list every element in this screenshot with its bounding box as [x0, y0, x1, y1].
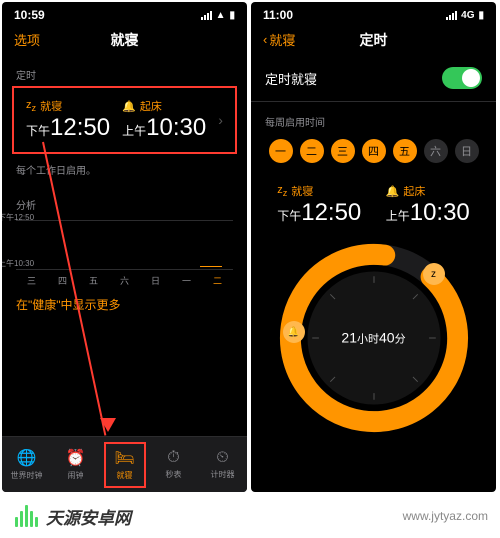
day-picker: 一 二 三 四 五 六 日: [251, 133, 496, 177]
watermark-url: www.jytyaz.com: [403, 509, 488, 523]
chevron-left-icon: ‹: [263, 32, 267, 47]
bedtime-meridiem: 下午: [26, 122, 50, 139]
schedule-toggle-row: 定时就寝: [251, 55, 496, 102]
status-time: 11:00: [263, 8, 293, 22]
nav-title: 定时: [360, 30, 388, 50]
mins-label: 分: [395, 334, 406, 346]
wake-block: 🔔起床 上午10:30: [386, 183, 470, 227]
day-sat[interactable]: 六: [424, 139, 448, 163]
day-fri[interactable]: 五: [393, 139, 417, 163]
sleep-dial[interactable]: z 🔔 21小时40分: [251, 237, 496, 439]
wake-label: 起床: [403, 183, 425, 199]
day-label: 日: [151, 274, 160, 287]
chart-day-labels: 三 四 五 六 日 一 二: [16, 270, 233, 287]
health-link[interactable]: 在"健康"中显示更多: [2, 286, 247, 323]
status-bar: 10:59 ▲ ▮: [2, 2, 247, 24]
globe-icon: 🌐: [17, 448, 37, 468]
chart-bar: [200, 266, 222, 267]
schedule-toggle[interactable]: [442, 67, 482, 89]
schedule-note: 每个工作日启用。: [2, 154, 247, 185]
wifi-icon: ▲: [216, 10, 226, 21]
analysis-chart: 下午12:50 上午10:30 三 四 五 六 日 一 二: [2, 216, 247, 286]
day-label-today: 二: [213, 274, 222, 287]
tab-bar: 🌐世界时钟 ⏰闹钟 🛏就寝 ⏱秒表 ⏲计时器: [2, 436, 247, 492]
signal-icon: [201, 11, 212, 20]
bedtime-time: 12:50: [50, 114, 110, 142]
duration-mins: 40: [379, 330, 395, 346]
duration-display: 21小时40分: [341, 330, 405, 347]
tab-label: 秒表: [166, 469, 182, 480]
phone-screen-left: 10:59 ▲ ▮ 选项 就寝 定时 zz就寝 下午12:50 🔔起床 上午10…: [2, 2, 247, 492]
nav-bar: 选项 就寝: [2, 24, 247, 55]
chevron-right-icon: ›: [218, 112, 223, 128]
nav-back-button[interactable]: 选项: [14, 30, 40, 49]
annotation-highlight: [104, 442, 146, 488]
bedtime-meridiem: 下午: [277, 207, 301, 224]
section-header-analysis: 分析: [2, 185, 247, 216]
hours-label: 小时: [357, 334, 379, 346]
duration-hours: 21: [341, 330, 357, 346]
annotation-arrow-head: [100, 418, 116, 432]
battery-icon: ▮: [478, 10, 484, 21]
bell-icon: 🔔: [386, 185, 400, 198]
tab-label: 闹钟: [68, 470, 84, 481]
tab-world-clock[interactable]: 🌐 世界时钟: [2, 437, 51, 492]
day-label: 一: [182, 274, 191, 287]
nav-title: 就寝: [111, 30, 139, 50]
bedtime-wake-row[interactable]: zz 就寝 下午12:50 🔔 起床 上午10:30 ›: [12, 86, 237, 154]
wake-time: 10:30: [410, 199, 470, 227]
bedtime-label: 就寝: [291, 183, 313, 199]
wake-handle[interactable]: 🔔: [283, 321, 305, 343]
tab-alarm[interactable]: ⏰ 闹钟: [51, 437, 100, 492]
wake-meridiem: 上午: [122, 122, 146, 139]
bedtime-block: zz 就寝 下午12:50: [277, 183, 361, 227]
day-sun[interactable]: 日: [455, 139, 479, 163]
battery-icon: ▮: [229, 10, 235, 21]
wake-meridiem: 上午: [386, 207, 410, 224]
bedtime-label: 就寝: [40, 98, 62, 114]
phone-screen-right: 11:00 4G ▮ ‹就寝 定时 定时就寝 每周启用时间 一 二 三 四 五 …: [251, 2, 496, 492]
network-label: 4G: [461, 10, 474, 21]
nav-bar: ‹就寝 定时: [251, 24, 496, 55]
day-label: 五: [89, 274, 98, 287]
wake-label: 起床: [140, 98, 162, 114]
toggle-label: 定时就寝: [265, 69, 317, 88]
section-header-weekly: 每周启用时间: [251, 102, 496, 133]
timer-icon: ⏲: [216, 449, 228, 467]
day-wed[interactable]: 三: [331, 139, 355, 163]
watermark-bar: 天源安卓网 www.jytyaz.com: [0, 494, 500, 538]
stopwatch-icon: ⏱: [167, 449, 179, 467]
chart-tick-bottom: 上午10:30: [2, 258, 34, 269]
signal-icon: [446, 11, 457, 20]
day-thu[interactable]: 四: [362, 139, 386, 163]
wake-time: 10:30: [146, 114, 206, 142]
tab-label: 计时器: [211, 469, 235, 480]
status-bar: 11:00 4G ▮: [251, 2, 496, 24]
bedtime-handle[interactable]: z: [423, 263, 445, 285]
bell-icon: 🔔: [122, 100, 136, 113]
bedtime-block: zz 就寝 下午12:50: [26, 98, 110, 142]
bedtime-time: 12:50: [301, 199, 361, 227]
nav-back-label: 就寝: [269, 30, 295, 49]
tab-timer[interactable]: ⏲ 计时器: [198, 437, 247, 492]
day-label: 六: [120, 274, 129, 287]
nav-back-button[interactable]: ‹就寝: [263, 30, 295, 49]
alarm-icon: ⏰: [66, 448, 86, 468]
day-tue[interactable]: 二: [300, 139, 324, 163]
tab-stopwatch[interactable]: ⏱ 秒表: [149, 437, 198, 492]
day-label: 三: [27, 274, 36, 287]
status-time: 10:59: [14, 8, 45, 22]
status-icons: 4G ▮: [446, 10, 484, 21]
status-icons: ▲ ▮: [201, 10, 235, 21]
watermark-logo-icon: [12, 502, 40, 530]
sleep-icon: zz: [26, 99, 36, 113]
wake-block: 🔔 起床 上午10:30: [122, 98, 206, 142]
watermark-title: 天源安卓网: [46, 504, 131, 529]
day-label: 四: [58, 274, 67, 287]
section-header-timer: 定时: [2, 55, 247, 86]
sleep-icon: zz: [277, 184, 287, 198]
tab-label: 世界时钟: [11, 470, 43, 481]
day-mon[interactable]: 一: [269, 139, 293, 163]
time-display-row: zz 就寝 下午12:50 🔔起床 上午10:30: [251, 177, 496, 237]
